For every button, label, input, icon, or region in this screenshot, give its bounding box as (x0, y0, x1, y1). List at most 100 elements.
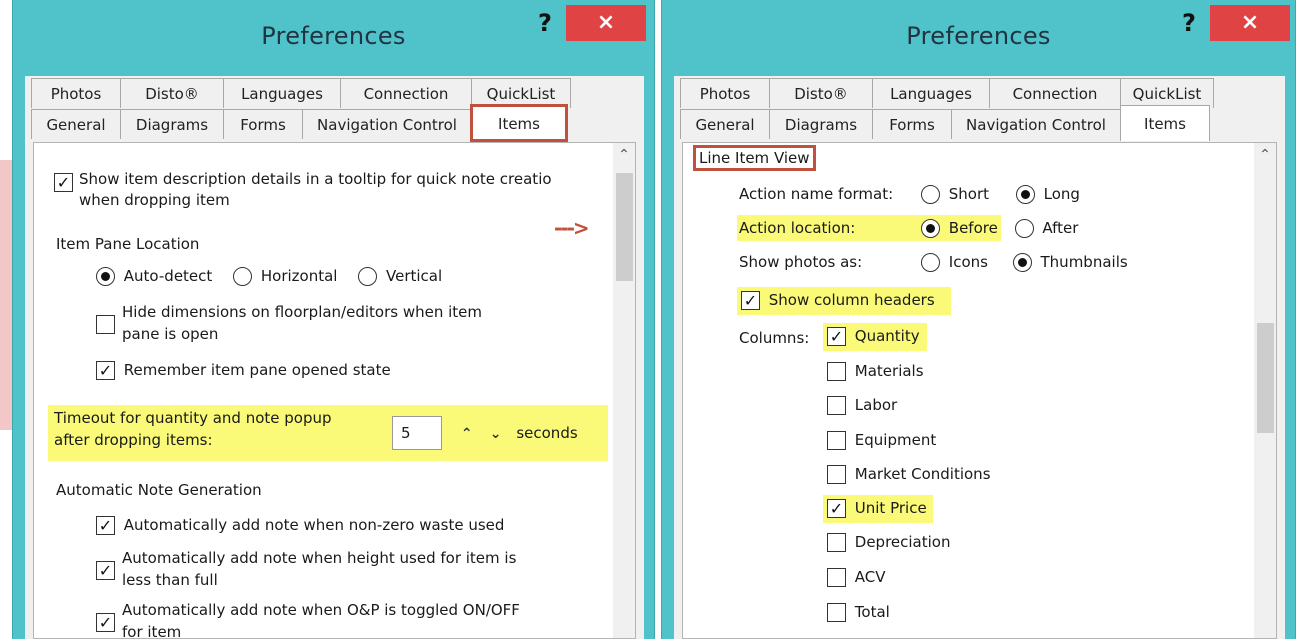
tab-forms[interactable]: Forms (872, 109, 952, 139)
height-note-option[interactable]: ✓ (96, 561, 115, 580)
tab-languages[interactable]: Languages (223, 78, 341, 108)
column-materials-checkbox[interactable] (827, 362, 846, 381)
column-headers-checkbox[interactable]: ✓ (741, 291, 760, 310)
items-panel: ✓ Show item description details in a too… (33, 142, 636, 639)
pane-location-options: Auto-detect Horizontal Vertical (96, 267, 442, 286)
tab-items[interactable]: Items (470, 104, 568, 142)
tab-strip: Photos Disto® Languages Connection Quick… (25, 76, 644, 142)
tab-navigation-control[interactable]: Navigation Control (951, 109, 1121, 139)
column-total-checkbox[interactable] (827, 603, 846, 622)
action-name-label: Action name format: (739, 185, 894, 203)
tab-quicklist[interactable]: QuickList (1120, 78, 1214, 108)
chevron-down-icon[interactable]: ⌄ (484, 426, 508, 442)
op-note-checkbox[interactable]: ✓ (96, 613, 115, 632)
column-total[interactable]: Total (827, 603, 890, 622)
tab-row-bottom: General Diagrams Forms Navigation Contro… (31, 104, 634, 142)
radio-after[interactable] (1014, 219, 1034, 238)
tab-general[interactable]: General (680, 109, 770, 139)
timeout-input[interactable]: 5 (392, 416, 442, 450)
remember-pane-option[interactable]: ✓ Remember item pane opened state (96, 361, 391, 380)
column-acv[interactable]: ACV (827, 568, 886, 587)
radio-before[interactable] (921, 219, 940, 238)
radio-long[interactable] (1015, 185, 1035, 204)
column-depreciation-label: Depreciation (854, 533, 951, 551)
column-quantity[interactable]: ✓ Quantity (827, 327, 920, 346)
column-headers-option[interactable]: ✓ Show column headers (741, 291, 935, 310)
column-market-conditions-label: Market Conditions (854, 465, 991, 483)
timeout-label: Timeout for quantity and note popup afte… (54, 407, 332, 451)
column-depreciation[interactable]: Depreciation (827, 533, 951, 552)
tab-diagrams[interactable]: Diagrams (120, 109, 224, 139)
scrollbar[interactable]: ⌃ (613, 143, 635, 638)
tab-photos[interactable]: Photos (680, 78, 770, 108)
hide-dimensions-checkbox[interactable] (96, 315, 115, 334)
op-note-line2: for item (122, 623, 182, 639)
tooltip-checkbox[interactable]: ✓ (54, 173, 73, 192)
column-labor-label: Labor (854, 396, 898, 414)
radio-icons[interactable] (921, 253, 940, 272)
tab-navigation-control[interactable]: Navigation Control (302, 109, 472, 139)
dialog-body: Photos Disto® Languages Connection Quick… (674, 76, 1285, 639)
column-acv-label: ACV (854, 568, 886, 586)
scroll-thumb[interactable] (616, 173, 633, 281)
column-unit-price-checkbox[interactable]: ✓ (827, 499, 846, 518)
column-market-conditions-checkbox[interactable] (827, 465, 846, 484)
tab-disto[interactable]: Disto® (769, 78, 873, 108)
tooltip-option-line2: when dropping item (79, 191, 230, 209)
tab-disto[interactable]: Disto® (120, 78, 224, 108)
scroll-up-icon[interactable]: ⌃ (613, 147, 635, 163)
scrollbar[interactable]: ⌃ (1254, 143, 1276, 638)
op-note-option[interactable]: ✓ (96, 613, 115, 632)
titlebar: Preferences ? × (662, 0, 1295, 76)
radio-vertical[interactable] (358, 267, 378, 286)
radio-after-label: After (1042, 219, 1079, 237)
scroll-up-icon[interactable]: ⌃ (1254, 147, 1276, 163)
column-headers-label: Show column headers (768, 291, 935, 309)
tab-connection[interactable]: Connection (989, 78, 1121, 108)
radio-horizontal[interactable] (233, 267, 253, 286)
column-market-conditions[interactable]: Market Conditions (827, 465, 991, 484)
chevron-up-icon[interactable]: ⌃ (455, 426, 479, 442)
help-button[interactable]: ? (531, 6, 559, 40)
tab-languages[interactable]: Languages (872, 78, 990, 108)
column-total-label: Total (854, 603, 890, 621)
height-note-checkbox[interactable]: ✓ (96, 561, 115, 580)
radio-auto-detect[interactable] (96, 267, 115, 286)
tab-quicklist[interactable]: QuickList (471, 78, 571, 108)
tab-forms[interactable]: Forms (223, 109, 303, 139)
close-button[interactable]: × (566, 5, 646, 41)
column-unit-price-label: Unit Price (854, 499, 927, 517)
hide-dimensions-line2: pane is open (122, 325, 219, 343)
height-note-line1: Automatically add note when height used … (122, 549, 517, 567)
tab-photos[interactable]: Photos (31, 78, 121, 108)
radio-vertical-label: Vertical (386, 267, 443, 285)
op-note-line1: Automatically add note when O&P is toggl… (122, 601, 520, 619)
help-button[interactable]: ? (1175, 6, 1203, 40)
column-equipment[interactable]: Equipment (827, 431, 936, 450)
hide-dimensions-option[interactable] (96, 315, 115, 334)
column-unit-price[interactable]: ✓ Unit Price (827, 499, 927, 518)
columns-label: Columns: (739, 329, 810, 347)
column-acv-checkbox[interactable] (827, 568, 846, 587)
remember-pane-checkbox[interactable]: ✓ (96, 361, 115, 380)
tab-strip: Photos Disto® Languages Connection Quick… (674, 76, 1285, 142)
tab-items[interactable]: Items (1120, 105, 1210, 141)
close-button[interactable]: × (1210, 5, 1290, 41)
tab-connection[interactable]: Connection (340, 78, 472, 108)
column-equipment-checkbox[interactable] (827, 431, 846, 450)
tab-diagrams[interactable]: Diagrams (769, 109, 873, 139)
timeout-line1: Timeout for quantity and note popup (54, 409, 332, 427)
radio-short[interactable] (921, 185, 940, 204)
column-materials[interactable]: Materials (827, 362, 924, 381)
radio-thumbnails[interactable] (1012, 253, 1032, 272)
waste-note-checkbox[interactable]: ✓ (96, 516, 115, 535)
column-labor[interactable]: Labor (827, 396, 897, 415)
column-labor-checkbox[interactable] (827, 396, 846, 415)
tooltip-option[interactable]: ✓ (54, 173, 73, 192)
tab-general[interactable]: General (31, 109, 121, 139)
column-equipment-label: Equipment (854, 431, 937, 449)
column-quantity-checkbox[interactable]: ✓ (827, 327, 846, 346)
scroll-thumb[interactable] (1257, 323, 1274, 433)
waste-note-option[interactable]: ✓ Automatically add note when non-zero w… (96, 516, 504, 535)
column-depreciation-checkbox[interactable] (827, 533, 846, 552)
